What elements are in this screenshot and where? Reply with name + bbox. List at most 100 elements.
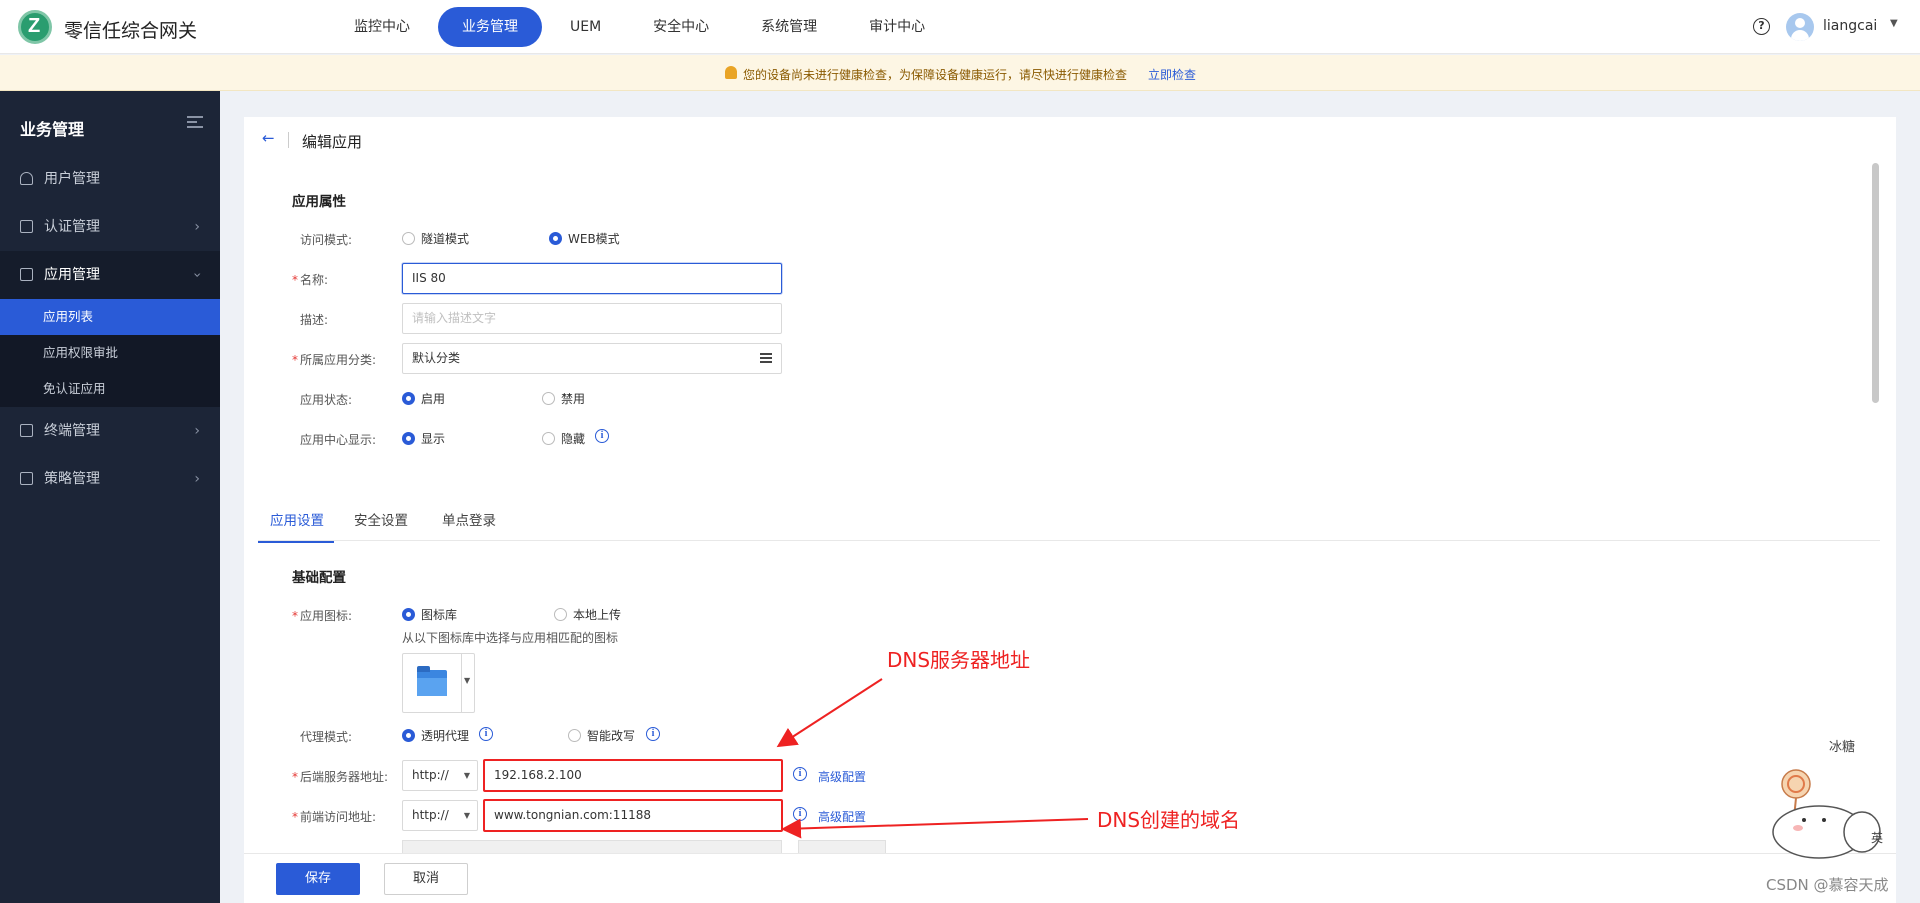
- icon-picker[interactable]: ▼: [402, 653, 475, 713]
- sidebar-item-label: 应用管理: [44, 267, 100, 283]
- app-icon-label: * 应用图标:: [292, 609, 353, 623]
- chevron-right-icon: ›: [194, 219, 200, 235]
- access-mode-label: 访问模式:: [300, 233, 353, 247]
- disabled-button: [798, 840, 886, 854]
- proxy-mode-label: 代理模式:: [300, 730, 353, 744]
- sidebar: 业务管理 用户管理 认证管理 › 应用管理 › 应用列表 应用权限审批 免认证应…: [0, 91, 220, 903]
- sidebar-subitem-no-auth-apps[interactable]: 免认证应用: [0, 371, 220, 407]
- sidebar-item-label: 用户管理: [44, 171, 100, 187]
- radio-local-upload[interactable]: 本地上传: [554, 606, 621, 623]
- scrollbar[interactable]: [1872, 163, 1879, 403]
- sidebar-item-apps[interactable]: 应用管理 ›: [0, 251, 220, 299]
- notice-bar: 您的设备尚未进行健康检查，为保障设备健康运行，请尽快进行健康检查 立即检查: [0, 55, 1920, 91]
- info-icon[interactable]: i: [793, 767, 807, 781]
- document-icon: [20, 220, 33, 233]
- nav-monitor[interactable]: 监控中心: [330, 7, 434, 47]
- backend-label: * 后端服务器地址:: [292, 770, 389, 784]
- sidebar-item-users[interactable]: 用户管理: [0, 155, 220, 203]
- radio-hide[interactable]: 隐藏: [542, 430, 585, 447]
- form-footer: 保存 取消: [244, 853, 1896, 903]
- sticker-label: 冰糖: [1829, 740, 1856, 755]
- sidebar-item-label: 终端管理: [44, 423, 100, 439]
- radio-show[interactable]: 显示: [402, 430, 445, 447]
- annotation-dns-domain: DNS创建的域名: [1097, 808, 1241, 832]
- sidebar-item-terminals[interactable]: 终端管理 ›: [0, 407, 220, 455]
- collapse-menu-icon[interactable]: [187, 116, 203, 128]
- nav-system[interactable]: 系统管理: [737, 7, 841, 47]
- chevron-right-icon: ›: [194, 423, 200, 439]
- sticker-tag: 英: [1871, 831, 1884, 845]
- info-icon[interactable]: i: [595, 429, 609, 443]
- radio-disabled[interactable]: 禁用: [542, 390, 585, 407]
- radio-web-mode[interactable]: WEB模式: [549, 230, 620, 247]
- app-logo-icon: Z: [18, 10, 52, 44]
- category-select[interactable]: 默认分类: [402, 343, 782, 374]
- radio-smart-rewrite[interactable]: 智能改写: [568, 727, 635, 744]
- icon-hint: 从以下图标库中选择与应用相匹配的图标: [402, 631, 619, 645]
- back-arrow-icon[interactable]: ←: [262, 129, 275, 147]
- sidebar-item-label: 策略管理: [44, 471, 100, 487]
- sidebar-subitem-app-approval[interactable]: 应用权限审批: [0, 335, 220, 371]
- chevron-down-icon[interactable]: ▼: [1890, 18, 1898, 29]
- highlight-box: [483, 759, 783, 792]
- main-nav: 监控中心 业务管理 UEM 安全中心 系统管理 审计中心: [330, 7, 953, 47]
- top-bar: Z 零信任综合网关 监控中心 业务管理 UEM 安全中心 系统管理 审计中心 ?…: [0, 0, 1920, 54]
- policy-icon: [20, 472, 33, 485]
- tab-app-settings[interactable]: 应用设置: [258, 509, 334, 543]
- name-label: * 名称:: [292, 273, 329, 287]
- frontend-advanced-link[interactable]: 高级配置: [818, 808, 866, 825]
- sidebar-item-policies[interactable]: 策略管理 ›: [0, 455, 220, 503]
- info-icon[interactable]: i: [793, 807, 807, 821]
- username[interactable]: liangcai: [1823, 18, 1877, 34]
- highlight-box: [483, 799, 783, 832]
- nav-security[interactable]: 安全中心: [629, 7, 733, 47]
- help-icon[interactable]: ?: [1753, 18, 1770, 35]
- health-check-link[interactable]: 立即检查: [1148, 66, 1196, 83]
- disabled-field: [402, 840, 782, 854]
- edit-app-panel: ← 编辑应用 应用属性 访问模式: 隧道模式 WEB模式 * 名称: IIS 80…: [244, 117, 1896, 903]
- desc-input[interactable]: 请输入描述文字: [402, 303, 782, 334]
- radio-tunnel-mode[interactable]: 隧道模式: [402, 230, 469, 247]
- avatar[interactable]: [1786, 13, 1814, 41]
- user-icon: [20, 172, 33, 185]
- watermark: CSDN @慕容天成: [1766, 876, 1889, 894]
- backend-protocol-select[interactable]: http://▼: [402, 760, 478, 791]
- divider: [461, 654, 462, 712]
- nav-audit[interactable]: 审计中心: [845, 7, 949, 47]
- radio-enabled[interactable]: 启用: [402, 390, 445, 407]
- frontend-label: * 前端访问地址:: [292, 810, 377, 824]
- mascot-sticker: [1772, 769, 1881, 859]
- sidebar-item-label: 认证管理: [44, 219, 100, 235]
- frontend-protocol-select[interactable]: http://▼: [402, 800, 478, 831]
- info-icon[interactable]: i: [479, 727, 493, 741]
- folder-icon: [20, 268, 33, 281]
- chevron-right-icon: ›: [194, 471, 200, 487]
- nav-business[interactable]: 业务管理: [438, 7, 542, 47]
- folder-icon: [417, 666, 447, 696]
- category-label: * 所属应用分类:: [292, 353, 377, 367]
- section-title-attrs: 应用属性: [292, 194, 346, 210]
- nav-uem[interactable]: UEM: [546, 7, 625, 47]
- annotation-dns-server: DNS服务器地址: [887, 648, 1031, 672]
- info-icon[interactable]: i: [646, 727, 660, 741]
- save-button[interactable]: 保存: [276, 863, 360, 895]
- app-title: 零信任综合网关: [64, 20, 198, 42]
- radio-icon-library[interactable]: 图标库: [402, 606, 457, 623]
- tab-security-settings[interactable]: 安全设置: [354, 509, 408, 541]
- settings-tabs: 应用设置 安全设置 单点登录: [258, 497, 1880, 543]
- status-label: 应用状态:: [300, 393, 353, 407]
- cancel-button[interactable]: 取消: [384, 863, 468, 895]
- section-title-basic: 基础配置: [292, 570, 346, 586]
- sidebar-item-auth[interactable]: 认证管理 ›: [0, 203, 220, 251]
- radio-transparent-proxy[interactable]: 透明代理: [402, 727, 469, 744]
- tab-sso[interactable]: 单点登录: [442, 509, 496, 541]
- caret-down-icon: ▼: [464, 676, 471, 685]
- sidebar-subitem-app-list[interactable]: 应用列表: [0, 299, 220, 335]
- desc-label: 描述:: [300, 313, 329, 327]
- name-input[interactable]: IIS 80: [402, 263, 782, 294]
- divider: [288, 132, 289, 148]
- caret-down-icon: ▼: [463, 771, 470, 780]
- chevron-down-icon: ›: [189, 272, 206, 278]
- notice-text: 您的设备尚未进行健康检查，为保障设备健康运行，请尽快进行健康检查: [743, 68, 1128, 82]
- backend-advanced-link[interactable]: 高级配置: [818, 768, 866, 785]
